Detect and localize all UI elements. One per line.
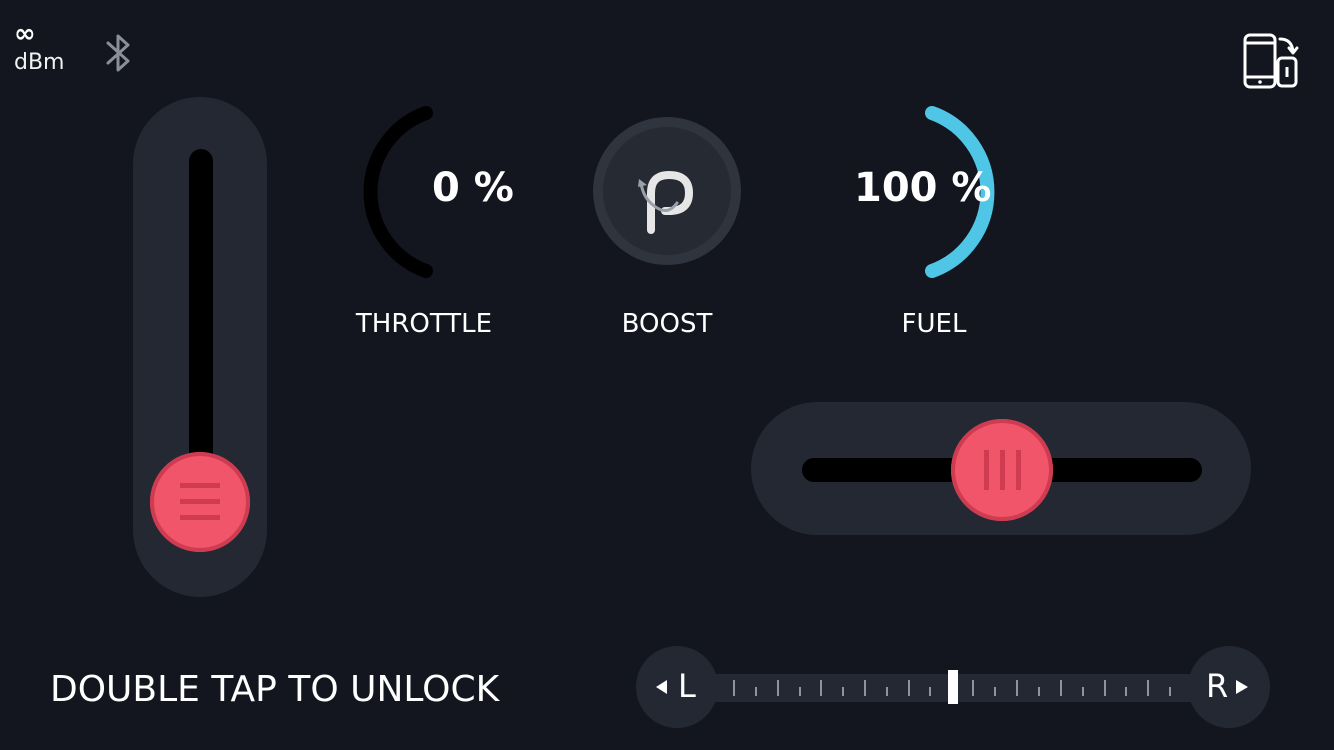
trim-indicator[interactable] <box>948 670 958 704</box>
boost-p-icon <box>638 170 694 234</box>
phone-rotate-icon[interactable] <box>1240 30 1304 92</box>
trim-tick <box>842 687 844 696</box>
trim-tick <box>820 680 822 696</box>
trim-tick <box>972 680 974 696</box>
trim-tick <box>1060 680 1062 696</box>
fuel-label: FUEL <box>901 309 967 339</box>
vertical-slider[interactable] <box>133 97 267 597</box>
triangle-right-icon <box>1236 680 1248 694</box>
boost-label: BOOST <box>621 309 713 339</box>
trim-left-label: L <box>678 667 696 705</box>
trim-tick <box>1147 680 1149 696</box>
trim-tick <box>1016 680 1018 696</box>
horizontal-slider[interactable] <box>751 402 1251 535</box>
trim-left-button[interactable]: L <box>636 646 718 728</box>
throttle-gauge-arc <box>363 106 433 278</box>
trim-tick <box>799 687 801 696</box>
unlock-hint: DOUBLE TAP TO UNLOCK <box>50 669 500 710</box>
throttle-label: THROTTLE <box>355 309 493 339</box>
trim-tick <box>994 687 996 696</box>
grip-vertical-icon <box>984 450 1021 490</box>
trim-tick <box>908 680 910 696</box>
trim-tick <box>864 680 866 696</box>
grip-horizontal-icon <box>180 483 220 520</box>
boost-button[interactable] <box>593 117 741 265</box>
vertical-slider-track <box>189 149 213 489</box>
signal-strength: ∞ dBm <box>14 20 94 76</box>
triangle-left-icon <box>656 680 667 694</box>
trim-tick <box>755 687 757 696</box>
trim-tick <box>777 680 779 696</box>
trim-tick <box>929 687 931 696</box>
fuel-value: 100 % <box>854 165 992 211</box>
trim-right-button[interactable]: R <box>1188 646 1270 728</box>
trim-tick <box>1082 687 1084 696</box>
trim-right-label: R <box>1206 667 1229 705</box>
vertical-slider-knob[interactable] <box>150 452 250 552</box>
trim-tick <box>886 687 888 696</box>
bluetooth-icon <box>106 34 130 72</box>
signal-unit: dBm <box>14 50 65 75</box>
horizontal-slider-knob[interactable] <box>951 419 1053 521</box>
trim-tick <box>1125 687 1127 696</box>
trim-tick <box>733 680 735 696</box>
trim-tick <box>1038 687 1040 696</box>
trim-tick <box>1169 687 1171 696</box>
throttle-value: 0 % <box>432 165 514 211</box>
signal-value: ∞ <box>14 19 36 49</box>
trim-tick <box>1104 680 1106 696</box>
